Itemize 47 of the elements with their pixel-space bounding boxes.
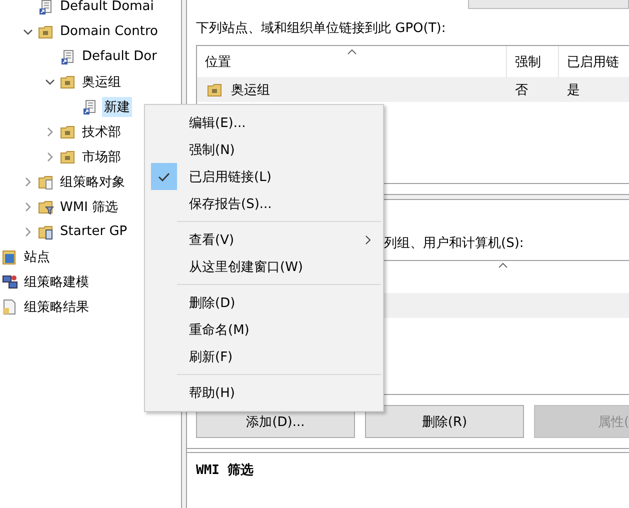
- remove-button[interactable]: 删除(R): [365, 405, 524, 438]
- tree-item[interactable]: WMI 筛选: [58, 196, 120, 216]
- tree-item[interactable]: 奥运组: [80, 72, 123, 92]
- check-icon: [158, 172, 170, 182]
- menu-item[interactable]: 删除(D): [147, 289, 381, 316]
- section-label: 列组、用户和计算机(S):: [384, 235, 524, 252]
- tree-item[interactable]: 组策略结果: [22, 296, 91, 316]
- tree-item[interactable]: 市场部: [80, 146, 123, 166]
- folder-icon: [60, 74, 76, 90]
- tree-item[interactable]: 组策略建模: [22, 272, 91, 292]
- scroll-icon: [82, 98, 98, 114]
- menu-item[interactable]: 编辑(E)...: [147, 109, 381, 136]
- folder-icon: [60, 124, 76, 140]
- sort-caret-icon: [498, 261, 508, 269]
- folder-icon: [60, 148, 76, 164]
- table-cell-text: 是: [567, 82, 580, 98]
- building-icon: [2, 248, 18, 264]
- menu-item[interactable]: 从这里创建窗口(W): [147, 253, 381, 280]
- folder-icon: [38, 24, 54, 40]
- section-title: WMI 筛选: [196, 462, 254, 479]
- menu-item[interactable]: 已启用链接(L): [147, 163, 381, 190]
- table-cell-text: 奥运组: [231, 82, 270, 98]
- table-cell-text: 否: [515, 82, 528, 98]
- tree-item[interactable]: 站点: [22, 246, 52, 266]
- menu-item[interactable]: 帮助(H): [147, 379, 381, 406]
- folder-icon: [38, 224, 54, 240]
- sort-caret-icon: [347, 48, 357, 55]
- tree-item[interactable]: Domain Contro: [58, 23, 160, 40]
- folder-icon: [207, 82, 223, 98]
- table-row[interactable]: 奥运组 否 是: [197, 77, 629, 102]
- scroll-icon: [60, 48, 76, 64]
- menu-item[interactable]: 重命名(M): [147, 316, 381, 343]
- menu-item[interactable]: 刷新(F): [147, 343, 381, 370]
- folder-filter-icon: [38, 198, 54, 214]
- menu-item[interactable]: 强制(N): [147, 136, 381, 163]
- folder-icon: [38, 174, 54, 190]
- menu-item[interactable]: 保存报告(S)...: [147, 190, 381, 217]
- menu-item[interactable]: 查看(V): [147, 226, 381, 253]
- tree-item[interactable]: 新建: [102, 96, 132, 116]
- section-label: 下列站点、域和组织单位链接到此 GPO(T):: [196, 20, 447, 37]
- text-field[interactable]: [468, 0, 629, 9]
- tree-item[interactable]: Default Dor: [80, 48, 159, 65]
- tree-item[interactable]: Starter GP: [58, 223, 130, 240]
- tree-item[interactable]: 技术部: [80, 122, 123, 142]
- computers-icon: [2, 274, 18, 290]
- tree-item[interactable]: Default Domai: [58, 0, 156, 15]
- tree-item[interactable]: 组策略对象: [58, 172, 127, 192]
